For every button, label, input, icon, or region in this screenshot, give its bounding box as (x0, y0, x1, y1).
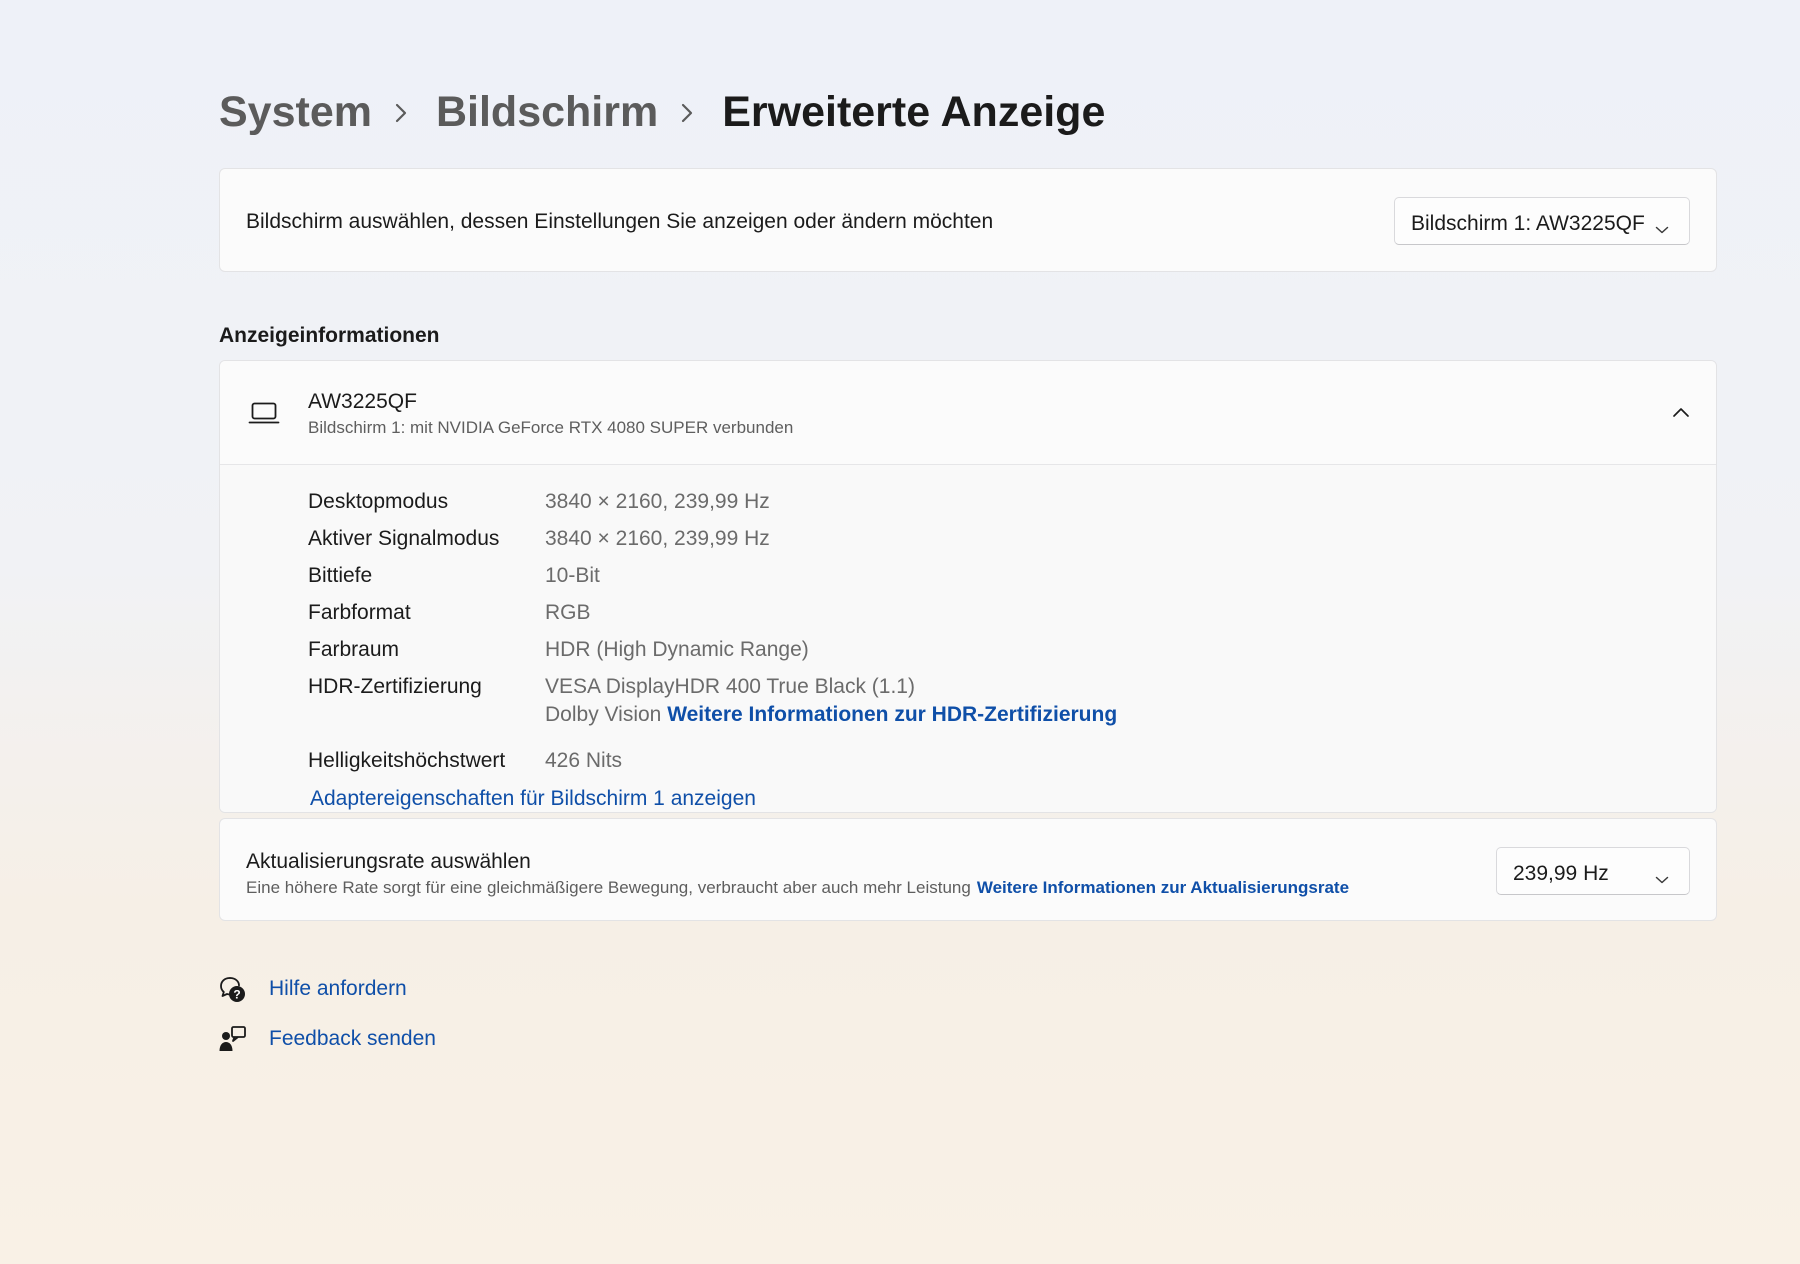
breadcrumb: System Bildschirm Erweiterte Anzeige (219, 86, 1105, 138)
chevron-right-icon (658, 86, 722, 138)
refresh-rate-info-link[interactable]: Weitere Informationen zur Aktualisierung… (977, 878, 1349, 897)
help-link-row[interactable]: ? Hilfe anfordern (219, 974, 407, 1004)
display-info-card: AW3225QF Bildschirm 1: mit NVIDIA GeForc… (219, 360, 1717, 813)
section-title: Anzeigeinformationen (219, 324, 440, 347)
monitor-name: AW3225QF (308, 390, 417, 413)
info-label: HDR-Zertifizierung (308, 675, 482, 698)
help-chat-icon: ? (219, 974, 269, 1004)
info-label: Farbraum (308, 638, 400, 661)
svg-text:?: ? (233, 988, 240, 1002)
info-value: 3840 × 2160, 239,99 Hz (545, 527, 770, 550)
info-label: Bittiefe (308, 564, 373, 587)
breadcrumb-bildschirm[interactable]: Bildschirm (436, 86, 658, 138)
refresh-rate-dropdown[interactable]: 239,99 Hz (1496, 847, 1690, 895)
info-value-line2: Dolby Vision Weitere Informationen zur H… (545, 702, 1117, 728)
refresh-rate-description-text: Eine höhere Rate sorgt für eine gleichmä… (246, 878, 971, 897)
info-value: VESA DisplayHDR 400 True Black (1.1) (545, 675, 915, 698)
feedback-icon (219, 1024, 269, 1054)
monitor-subtitle: Bildschirm 1: mit NVIDIA GeForce RTX 408… (308, 418, 794, 437)
info-value: 3840 × 2160, 239,99 Hz (545, 490, 770, 513)
info-label: Farbformat (308, 601, 411, 624)
refresh-rate-card: Aktualisierungsrate auswählen Eine höher… (219, 818, 1717, 921)
info-value: 426 Nits (545, 749, 623, 772)
info-value: 10-Bit (545, 564, 600, 587)
display-select-dropdown[interactable]: Bildschirm 1: AW3225QF (1394, 197, 1690, 245)
display-info-body: Desktopmodus 3840 × 2160, 239,99 Hz Akti… (220, 465, 1716, 812)
feedback-link-row[interactable]: Feedback senden (219, 1024, 436, 1054)
feedback-link[interactable]: Feedback senden (269, 1026, 436, 1052)
display-select-label: Bildschirm auswählen, dessen Einstellung… (246, 210, 994, 233)
chevron-down-icon (1655, 216, 1669, 242)
chevron-right-icon (372, 86, 436, 138)
info-value-secondary: Dolby Vision (545, 703, 662, 726)
display-info-header[interactable]: AW3225QF Bildschirm 1: mit NVIDIA GeForc… (220, 361, 1716, 465)
info-value: HDR (High Dynamic Range) (545, 638, 809, 661)
hdr-certification-link[interactable]: Weitere Informationen zur HDR-Zertifizie… (667, 703, 1117, 726)
help-link[interactable]: Hilfe anfordern (269, 976, 407, 1002)
info-value: RGB (545, 601, 591, 624)
breadcrumb-system[interactable]: System (219, 86, 372, 138)
chevron-up-icon[interactable] (1672, 405, 1690, 423)
refresh-rate-description: Eine höhere Rate sorgt für eine gleichmä… (246, 877, 1349, 899)
info-label: Aktiver Signalmodus (308, 527, 500, 550)
display-select-value: Bildschirm 1: AW3225QF (1411, 212, 1645, 235)
refresh-rate-value: 239,99 Hz (1513, 862, 1609, 885)
page-title: Erweiterte Anzeige (722, 88, 1106, 136)
chevron-down-icon (1655, 866, 1669, 892)
laptop-icon (248, 401, 280, 430)
adapter-properties-link[interactable]: Adaptereigenschaften für Bildschirm 1 an… (310, 786, 756, 812)
refresh-rate-title: Aktualisierungsrate auswählen (246, 850, 531, 873)
display-select-card: Bildschirm auswählen, dessen Einstellung… (219, 168, 1717, 272)
info-label: Helligkeitshöchstwert (308, 749, 506, 772)
info-label: Desktopmodus (308, 490, 449, 513)
